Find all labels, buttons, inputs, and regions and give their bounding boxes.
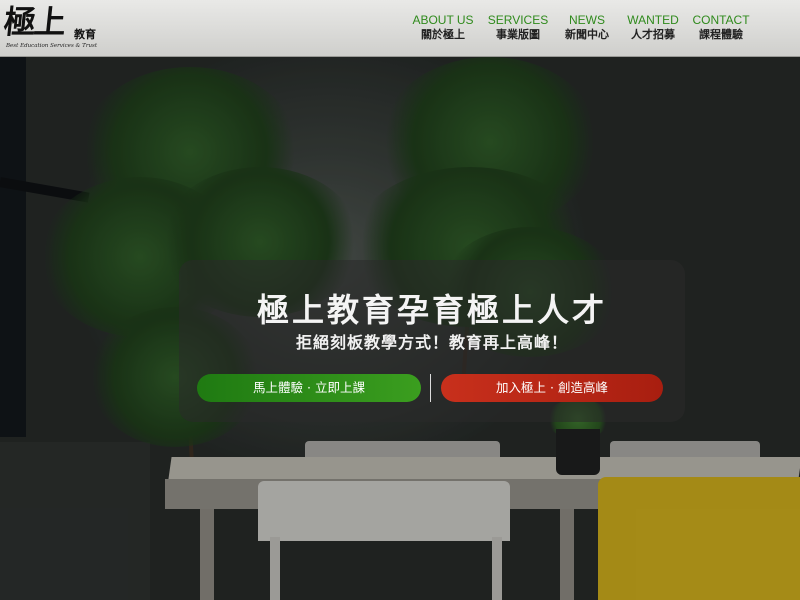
- logo-tagline: Best Education Services & Trust: [6, 43, 98, 49]
- experience-now-button[interactable]: 馬上體驗 · 立即上課: [197, 374, 421, 402]
- nav-label-zh: 關於極上: [421, 28, 465, 41]
- nav-label-en: WANTED: [627, 13, 679, 27]
- logo-text: 極上: [2, 3, 67, 41]
- nav-item-services[interactable]: SERVICES 事業版圖: [478, 13, 558, 42]
- site-header: 極上 教育 Best Education Services & Trust AB…: [0, 0, 800, 57]
- logo-subtext: 教育: [74, 28, 96, 41]
- nav-label-zh: 人才招募: [631, 28, 675, 41]
- nav-item-news[interactable]: NEWS 新聞中心: [558, 13, 616, 42]
- nav-item-wanted[interactable]: WANTED 人才招募: [616, 13, 690, 42]
- hero-subheadline: 拒絕刻板教學方式！教育再上高峰！: [295, 333, 568, 352]
- nav-item-about[interactable]: ABOUT US 關於極上: [408, 13, 478, 42]
- nav-label-en: NEWS: [569, 13, 605, 27]
- nav-label-zh: 課程體驗: [699, 28, 743, 41]
- join-us-button[interactable]: 加入極上 · 創造高峰: [441, 374, 663, 402]
- main-nav: ABOUT US 關於極上 SERVICES 事業版圖 NEWS 新聞中心 WA…: [408, 13, 752, 42]
- nav-label-zh: 事業版圖: [496, 28, 540, 41]
- nav-label-en: CONTACT: [692, 13, 750, 27]
- hero-panel: 極上教育孕育極上人才 拒絕刻板教學方式！教育再上高峰！ 馬上體驗 · 立即上課 …: [179, 260, 685, 422]
- nav-label-en: SERVICES: [487, 13, 549, 27]
- button-divider: [430, 374, 431, 402]
- brand-logo[interactable]: 極上 教育 Best Education Services & Trust: [2, 2, 106, 54]
- nav-item-contact[interactable]: CONTACT 課程體驗: [690, 13, 752, 42]
- nav-label-zh: 新聞中心: [565, 28, 609, 41]
- nav-label-en: ABOUT US: [412, 13, 474, 27]
- hero-headline: 極上教育孕育極上人才: [256, 291, 607, 329]
